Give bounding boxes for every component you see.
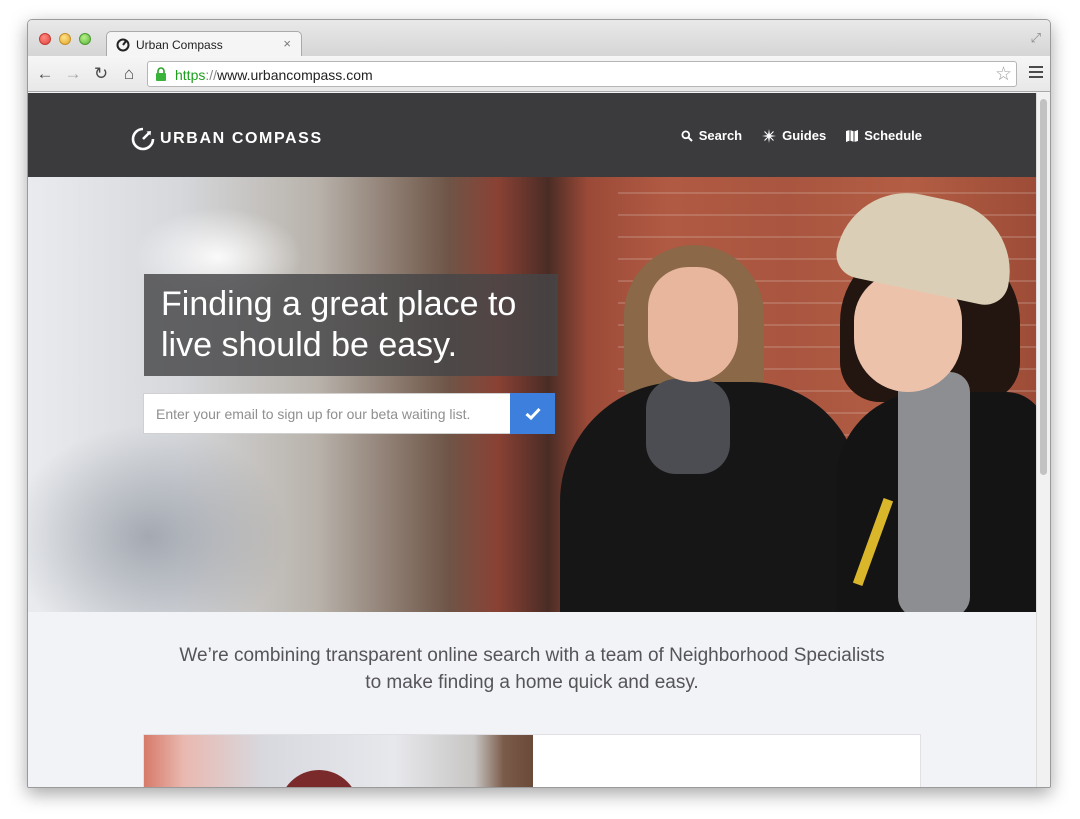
- submit-button[interactable]: [510, 393, 555, 434]
- menu-icon[interactable]: [1029, 66, 1043, 78]
- nav-search[interactable]: Search: [681, 128, 742, 143]
- url-separator: ://: [205, 67, 218, 83]
- back-button[interactable]: ←: [35, 64, 55, 84]
- minimize-window-button[interactable]: [59, 33, 71, 45]
- intro-section: We’re combining transparent online searc…: [28, 612, 1036, 787]
- email-input[interactable]: [143, 393, 510, 434]
- url-text[interactable]: https://www.urbancompass.com: [175, 67, 373, 83]
- site-header: URBAN COMPASS Search Guides Schedule: [28, 93, 1036, 177]
- urban-compass-favicon-icon: [116, 38, 130, 52]
- site-logo[interactable]: URBAN COMPASS: [131, 127, 323, 151]
- feature-card-photo-person: [279, 770, 359, 787]
- hero-photo-person: [648, 267, 738, 382]
- forward-button[interactable]: →: [63, 64, 83, 84]
- close-window-button[interactable]: [39, 33, 51, 45]
- compass-logo-icon: [131, 127, 155, 151]
- page-scrollbar[interactable]: [1036, 93, 1050, 787]
- browser-tab[interactable]: Urban Compass ×: [106, 31, 302, 57]
- url-scheme: https: [175, 67, 206, 83]
- nav-guides-label: Guides: [782, 128, 827, 143]
- intro-tagline: We’re combining transparent online searc…: [179, 645, 885, 693]
- reload-button[interactable]: ↻: [91, 64, 111, 84]
- address-bar[interactable]: https://www.urbancompass.com ☆: [147, 61, 1017, 87]
- nav-schedule-label: Schedule: [864, 128, 922, 143]
- search-icon: [681, 130, 693, 142]
- zoom-window-button[interactable]: [79, 33, 91, 45]
- hero-headline: Finding a great place to live should be …: [161, 285, 517, 364]
- tab-title: Urban Compass: [136, 38, 223, 52]
- page-viewport: URBAN COMPASS Search Guides Schedule Fin…: [28, 93, 1050, 787]
- hero-photo-person: [898, 372, 970, 612]
- feature-card: [143, 734, 921, 787]
- map-icon: [846, 129, 859, 142]
- hero-photo-person: [646, 379, 730, 474]
- beta-signup-form: [143, 393, 555, 434]
- bookmark-star-icon[interactable]: ☆: [995, 63, 1012, 86]
- nav-search-label: Search: [698, 128, 743, 143]
- browser-window: Urban Compass × ⤢ ← → ↻ ⌂ https://www.ur…: [27, 19, 1051, 788]
- hero-section: Finding a great place to live should be …: [28, 177, 1036, 612]
- tab-close-icon[interactable]: ×: [283, 36, 291, 51]
- nav-schedule[interactable]: Schedule: [846, 128, 922, 143]
- headline-box: Finding a great place to live should be …: [144, 274, 558, 376]
- compass-star-icon: [762, 128, 777, 143]
- fullscreen-icon[interactable]: ⤢: [1031, 30, 1041, 46]
- main-nav: Search Guides Schedule: [661, 128, 922, 143]
- nav-guides[interactable]: Guides: [762, 128, 826, 143]
- logo-text: URBAN COMPASS: [160, 130, 323, 147]
- checkmark-icon: [525, 407, 541, 420]
- lock-icon: [156, 67, 166, 81]
- tab-strip: Urban Compass × ⤢: [28, 20, 1050, 57]
- feature-card-photo: [144, 735, 533, 787]
- browser-toolbar: ← → ↻ ⌂ https://www.urbancompass.com ☆: [28, 56, 1050, 92]
- home-button[interactable]: ⌂: [119, 64, 139, 84]
- url-host: www.urbancompass.com: [217, 67, 373, 83]
- scrollbar-thumb[interactable]: [1040, 99, 1047, 475]
